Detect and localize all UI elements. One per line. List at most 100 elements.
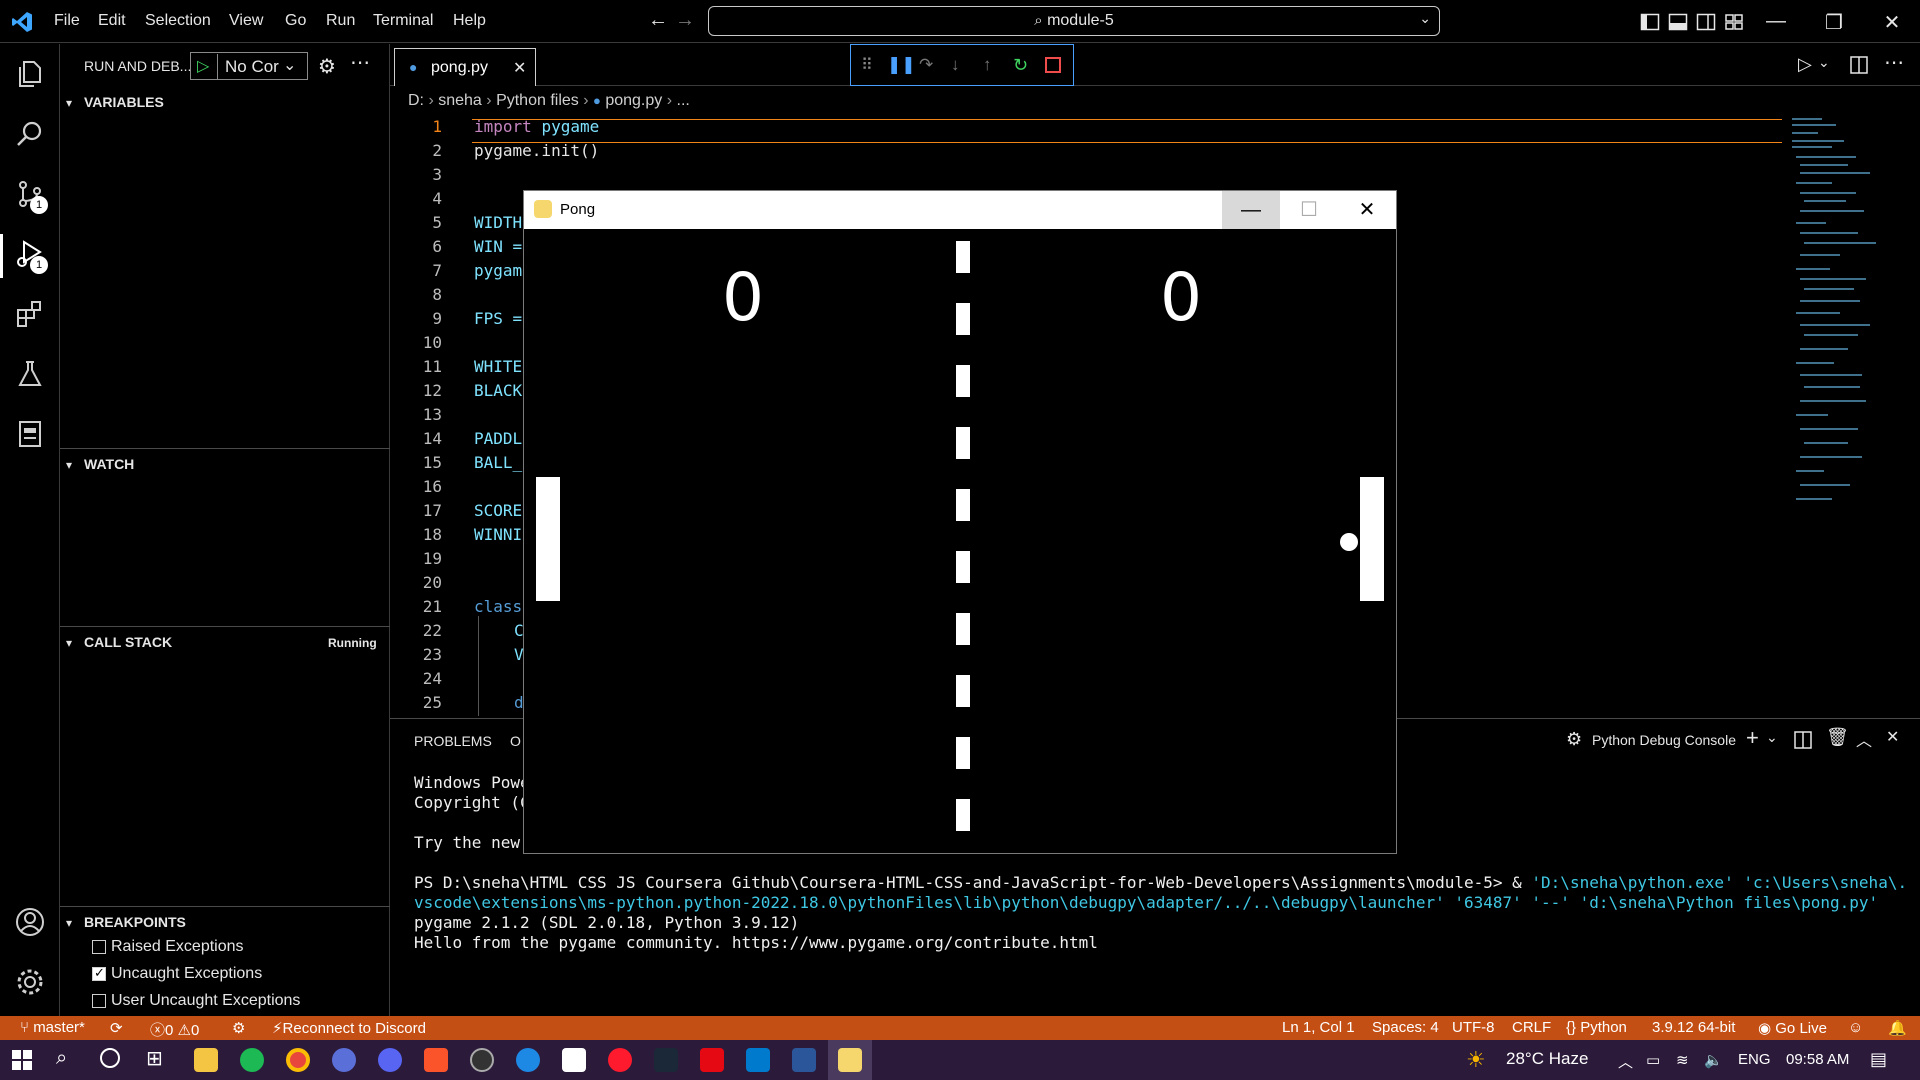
menu-file[interactable]: File <box>54 12 80 30</box>
drag-handle-icon[interactable]: ⠿ <box>861 55 883 77</box>
command-center[interactable]: ⌕ module-5 ⌄ <box>708 6 1440 36</box>
terminal-name[interactable]: Python Debug Console <box>1592 732 1736 748</box>
toggle-sidebar-icon[interactable] <box>1640 12 1660 32</box>
close-tab-icon[interactable]: ✕ <box>513 58 526 78</box>
split-terminal-icon[interactable] <box>1794 731 1812 749</box>
pong-title-bar[interactable]: Pong — ☐ ✕ <box>524 191 1396 229</box>
chevron-down-icon[interactable]: ▾ <box>66 96 72 110</box>
customize-layout-icon[interactable] <box>1724 12 1744 32</box>
toggle-panel-icon[interactable] <box>1668 12 1688 32</box>
close-panel-icon[interactable]: ✕ <box>1886 727 1899 747</box>
opera-icon[interactable] <box>608 1048 632 1072</box>
breadcrumb-more[interactable]: ... <box>677 92 690 109</box>
run-python-file-icon[interactable]: ▷ <box>1798 54 1812 75</box>
uncaught-exceptions-checkbox[interactable]: ✓ <box>92 965 106 981</box>
notifications-bell-icon[interactable]: 🔔 <box>1888 1019 1907 1037</box>
vscode-taskbar-icon[interactable] <box>746 1048 770 1072</box>
chevron-down-icon[interactable]: ⌄ <box>1766 729 1778 746</box>
stop-icon[interactable] <box>1045 57 1061 73</box>
split-editor-icon[interactable] <box>1850 56 1868 74</box>
explorer-icon[interactable] <box>14 58 46 90</box>
breakpoints-section-title[interactable]: BREAKPOINTS <box>84 914 186 930</box>
minimize-button[interactable]: — <box>1764 10 1788 34</box>
breadcrumb-folder-sneha[interactable]: sneha <box>438 92 482 109</box>
weather-text[interactable]: 28°C Haze <box>1506 1049 1588 1069</box>
menu-run[interactable]: Run <box>326 12 355 30</box>
call-stack-section-title[interactable]: CALL STACK <box>84 634 172 650</box>
python-taskbar-icon[interactable] <box>838 1048 862 1072</box>
volume-icon[interactable]: 🔈 <box>1704 1051 1723 1069</box>
chevron-down-icon[interactable]: ▾ <box>66 916 72 930</box>
maximize-panel-icon[interactable]: ︿ <box>1856 727 1872 751</box>
netflix-icon[interactable] <box>700 1048 724 1072</box>
watch-section-title[interactable]: WATCH <box>84 456 134 472</box>
trash-icon[interactable]: 🗑 <box>1826 727 1849 748</box>
sync-icon[interactable]: ⟳ <box>110 1019 123 1037</box>
tab-problems[interactable]: PROBLEMS <box>414 733 492 749</box>
branch-status[interactable]: ⑂ master* <box>20 1019 85 1036</box>
taskbar-search-icon[interactable]: ⌕ <box>56 1047 67 1070</box>
cortana-icon[interactable] <box>100 1048 120 1068</box>
chrome-icon[interactable] <box>286 1048 310 1072</box>
more-actions-icon[interactable]: ⋯ <box>1884 50 1904 75</box>
pause-icon[interactable]: ❚❚ <box>887 55 916 77</box>
debug-settings-gear-icon[interactable]: ⚙ <box>318 54 336 79</box>
step-over-icon[interactable]: ↷ <box>919 55 941 77</box>
extensions-icon[interactable] <box>14 298 46 330</box>
line-ending[interactable]: CRLF <box>1512 1019 1551 1036</box>
chevron-down-icon[interactable]: ⌄ <box>1419 10 1431 27</box>
forward-arrow-icon[interactable]: → <box>675 9 695 32</box>
debug-config-dropdown[interactable]: ▷ No Cor ⌄ <box>190 52 308 80</box>
windows-start-icon[interactable] <box>12 1050 32 1070</box>
wifi-icon[interactable]: ≋ <box>1676 1051 1689 1069</box>
restart-icon[interactable]: ↻ <box>1013 55 1035 77</box>
chevron-down-icon[interactable]: ⌄ <box>1818 54 1830 71</box>
debug-status-icon[interactable]: ⚙ <box>232 1019 245 1037</box>
problems-status[interactable]: ⓧ0 ⚠0 <box>150 1019 199 1040</box>
menu-terminal[interactable]: Terminal <box>373 12 433 30</box>
language-indicator[interactable]: ENG <box>1738 1051 1771 1068</box>
back-arrow-icon[interactable]: ← <box>648 9 668 32</box>
feedback-icon[interactable]: ☺ <box>1848 1019 1863 1036</box>
notebook-icon[interactable] <box>14 418 46 450</box>
weather-icon[interactable]: ☀ <box>1466 1047 1486 1073</box>
breadcrumb-file[interactable]: pong.py <box>605 92 662 109</box>
breadcrumb-drive[interactable]: D: <box>408 92 424 109</box>
discord-icon[interactable] <box>378 1048 402 1072</box>
language-mode[interactable]: {} Python <box>1566 1019 1627 1036</box>
raised-exceptions-checkbox[interactable] <box>92 940 106 954</box>
menu-edit[interactable]: Edit <box>98 12 126 30</box>
word-icon[interactable] <box>792 1048 816 1072</box>
go-live[interactable]: ◉ Go Live <box>1758 1019 1827 1037</box>
tray-chevron-icon[interactable]: ︿ <box>1618 1051 1633 1072</box>
minimap[interactable] <box>1788 112 1920 512</box>
notion-icon[interactable] <box>562 1048 586 1072</box>
pong-minimize-button[interactable]: — <box>1222 191 1280 229</box>
toggle-secondary-sidebar-icon[interactable] <box>1696 12 1716 32</box>
clock[interactable]: 09:58 AM <box>1786 1051 1849 1068</box>
maximize-button[interactable]: ❐ <box>1822 10 1846 34</box>
file-explorer-icon[interactable] <box>194 1048 218 1072</box>
settings-gear-icon[interactable] <box>14 966 46 998</box>
python-interpreter[interactable]: 3.9.12 64-bit <box>1652 1019 1735 1036</box>
app-icon[interactable] <box>470 1048 494 1072</box>
close-button[interactable]: ✕ <box>1880 10 1904 34</box>
pong-close-button[interactable]: ✕ <box>1338 191 1396 229</box>
pong-game-canvas[interactable]: 0 0 <box>524 229 1396 853</box>
step-into-icon[interactable]: ↓ <box>951 55 973 77</box>
indentation[interactable]: Spaces: 4 <box>1372 1019 1439 1036</box>
chevron-down-icon[interactable]: ▾ <box>66 458 72 472</box>
discord-status[interactable]: ⚡Reconnect to Discord <box>272 1019 426 1037</box>
start-debug-play-icon[interactable]: ▷ <box>197 56 209 76</box>
new-terminal-plus-icon[interactable]: + <box>1746 725 1759 751</box>
breadcrumb-folder-python-files[interactable]: Python files <box>496 92 579 109</box>
chevron-down-icon[interactable]: ▾ <box>66 636 72 650</box>
cursor-position[interactable]: Ln 1, Col 1 <box>1282 1019 1355 1036</box>
signal-icon[interactable] <box>516 1048 540 1072</box>
steam-icon[interactable] <box>654 1048 678 1072</box>
pong-maximize-button[interactable]: ☐ <box>1280 191 1338 229</box>
menu-selection[interactable]: Selection <box>145 12 211 30</box>
accounts-icon[interactable] <box>14 906 46 938</box>
testing-flask-icon[interactable] <box>14 358 46 390</box>
battery-icon[interactable]: ▭ <box>1646 1051 1660 1069</box>
